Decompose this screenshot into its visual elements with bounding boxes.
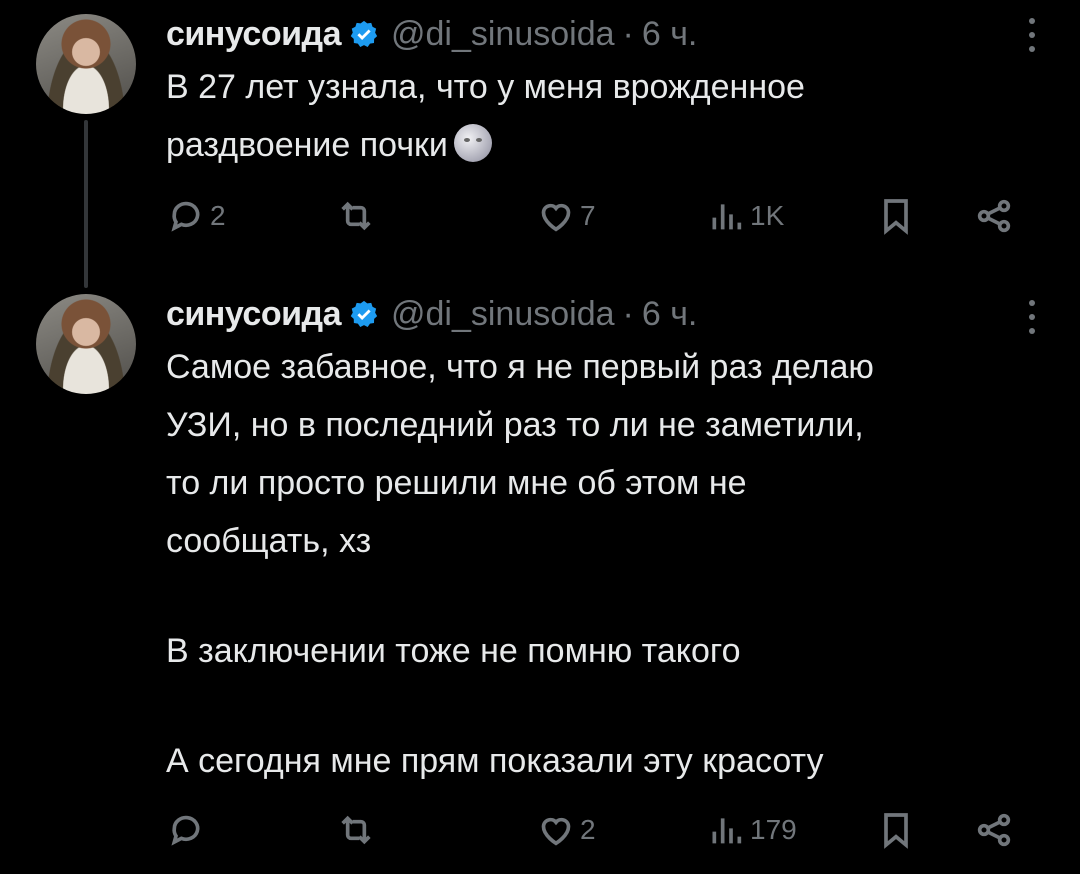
author-handle[interactable]: @di_sinusoida [391, 15, 615, 54]
share-icon [977, 813, 1011, 847]
like-button[interactable]: 2 [536, 808, 596, 852]
like-icon [541, 203, 571, 232]
text-line: раздвоение почки [166, 116, 1046, 174]
author-handle[interactable]: @di_sinusoida [391, 295, 615, 334]
text-line: Самое забавное, что я не первый раз дела… [166, 348, 874, 386]
like-count: 2 [580, 814, 596, 845]
more-icon[interactable] [1028, 300, 1036, 334]
more-icon[interactable] [1028, 18, 1036, 52]
reply-button[interactable]: 2 [166, 194, 226, 238]
avatar[interactable] [36, 294, 136, 394]
reply-icon [171, 201, 200, 232]
view-count: 1K [750, 200, 785, 231]
bookmark-button[interactable] [876, 808, 916, 852]
text-line: В заключении тоже не помню такого [166, 632, 741, 670]
author-name[interactable]: синусоида [166, 15, 341, 54]
new-moon-face-emoji-icon [453, 124, 492, 162]
retweet-icon [341, 201, 371, 231]
like-button[interactable]: 7 [536, 194, 596, 238]
verified-badge-icon [350, 300, 378, 327]
tweet-text: В 27 лет узнала, что у меня врожденное р… [166, 58, 1046, 174]
verified-badge-icon [350, 20, 378, 47]
text-line: то ли просто решили мне об этом не [166, 464, 747, 502]
bookmark-icon [884, 199, 908, 235]
timestamp[interactable]: 6 ч. [642, 15, 698, 54]
text-line: В 27 лет узнала, что у меня врожденное [166, 68, 805, 106]
text-line: сообщать, хз [166, 522, 372, 560]
avatar[interactable] [36, 14, 136, 114]
author-name[interactable]: синусоида [166, 295, 341, 334]
like-icon [541, 817, 571, 846]
view-count: 179 [750, 814, 797, 845]
action-bar: 2 7 1K [166, 194, 1046, 238]
retweet-icon [341, 815, 371, 845]
tweet-header: синусоида @di_sinusoida · 6 ч. [166, 14, 697, 54]
separator: · [622, 294, 634, 333]
bookmark-button[interactable] [876, 194, 916, 238]
reply-count: 2 [210, 200, 226, 231]
text-line: УЗИ, но в последний раз то ли не заметил… [166, 406, 864, 444]
tweet-header: синусоида @di_sinusoida · 6 ч. [166, 294, 697, 334]
tweet-2[interactable]: синусоида @di_sinusoida · 6 ч. Самое заб… [0, 288, 1080, 874]
tweet-text: Самое забавное, что я не первый раз дела… [166, 338, 1046, 790]
reply-icon [171, 815, 200, 846]
views-icon [712, 204, 742, 230]
views-button[interactable]: 179 [706, 808, 797, 852]
timestamp[interactable]: 6 ч. [642, 295, 698, 334]
action-bar: 2 179 [166, 808, 1046, 852]
text-line-content: раздвоение почки [166, 126, 448, 164]
retweet-button[interactable] [336, 194, 380, 238]
separator: · [622, 14, 634, 53]
reply-button[interactable] [166, 808, 210, 852]
share-icon [977, 199, 1011, 233]
share-button[interactable] [974, 194, 1014, 238]
views-icon [712, 818, 742, 844]
views-button[interactable]: 1K [706, 194, 784, 238]
like-count: 7 [580, 200, 596, 231]
thread-line [84, 120, 88, 288]
tweet-1[interactable]: синусоида @di_sinusoida · 6 ч. В 27 лет … [0, 0, 1080, 288]
text-line: А сегодня мне прям показали эту красоту [166, 742, 824, 780]
share-button[interactable] [974, 808, 1014, 852]
bookmark-icon [884, 813, 908, 849]
retweet-button[interactable] [336, 808, 380, 852]
